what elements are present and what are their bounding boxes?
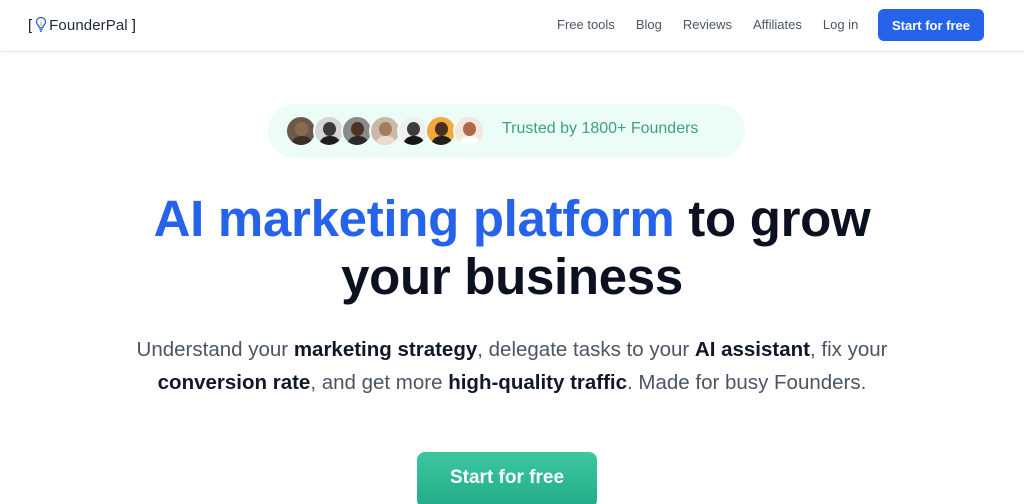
subtext-bold: AI assistant xyxy=(694,338,810,361)
subtext-part: , fix your xyxy=(809,338,888,361)
headline-accent: AI marketing platform xyxy=(153,190,675,247)
top-navbar: [ FounderPal ] Free tools Blog Reviews A… xyxy=(0,0,1024,52)
nav-free-tools[interactable]: Free tools xyxy=(557,17,615,32)
subtext-part: , delegate tasks to your xyxy=(477,338,695,361)
hero-start-free-button[interactable]: Start for free xyxy=(417,452,597,504)
subtext-bold: high-quality traffic xyxy=(448,371,628,394)
subtext-bold: conversion rate xyxy=(157,371,311,394)
hero-headline: AI marketing platform to grow your busin… xyxy=(0,190,1024,306)
nav-reviews[interactable]: Reviews xyxy=(683,17,732,32)
brand-name: FounderPal xyxy=(49,16,128,34)
lightbulb-icon xyxy=(36,16,47,32)
headline-line-2: your business xyxy=(341,248,683,305)
hero-subtext: Understand your marketing strategy, dele… xyxy=(100,333,924,399)
logo-bracket-left: [ xyxy=(28,16,33,34)
nav-links: Free tools Blog Reviews Affiliates Log i… xyxy=(557,17,858,32)
subtext-part: Understand your xyxy=(136,338,294,361)
logo-bracket-right: ] xyxy=(131,16,136,34)
nav-start-free-button[interactable]: Start for free xyxy=(878,9,984,41)
nav-affiliates[interactable]: Affiliates xyxy=(753,17,802,32)
headline-rest: to grow xyxy=(674,190,871,247)
subtext-bold: marketing strategy xyxy=(293,338,478,361)
trusted-by-text: Trusted by 1800+ Founders xyxy=(502,120,699,137)
brand-logo[interactable]: [ FounderPal ] xyxy=(28,15,136,35)
avatar xyxy=(453,115,485,147)
subtext-part: , and get more xyxy=(310,371,449,394)
nav-blog[interactable]: Blog xyxy=(636,17,662,32)
nav-login[interactable]: Log in xyxy=(823,17,858,32)
subtext-part: . Made for busy Founders. xyxy=(627,371,867,394)
social-proof-badge: Trusted by 1800+ Founders xyxy=(268,104,745,158)
